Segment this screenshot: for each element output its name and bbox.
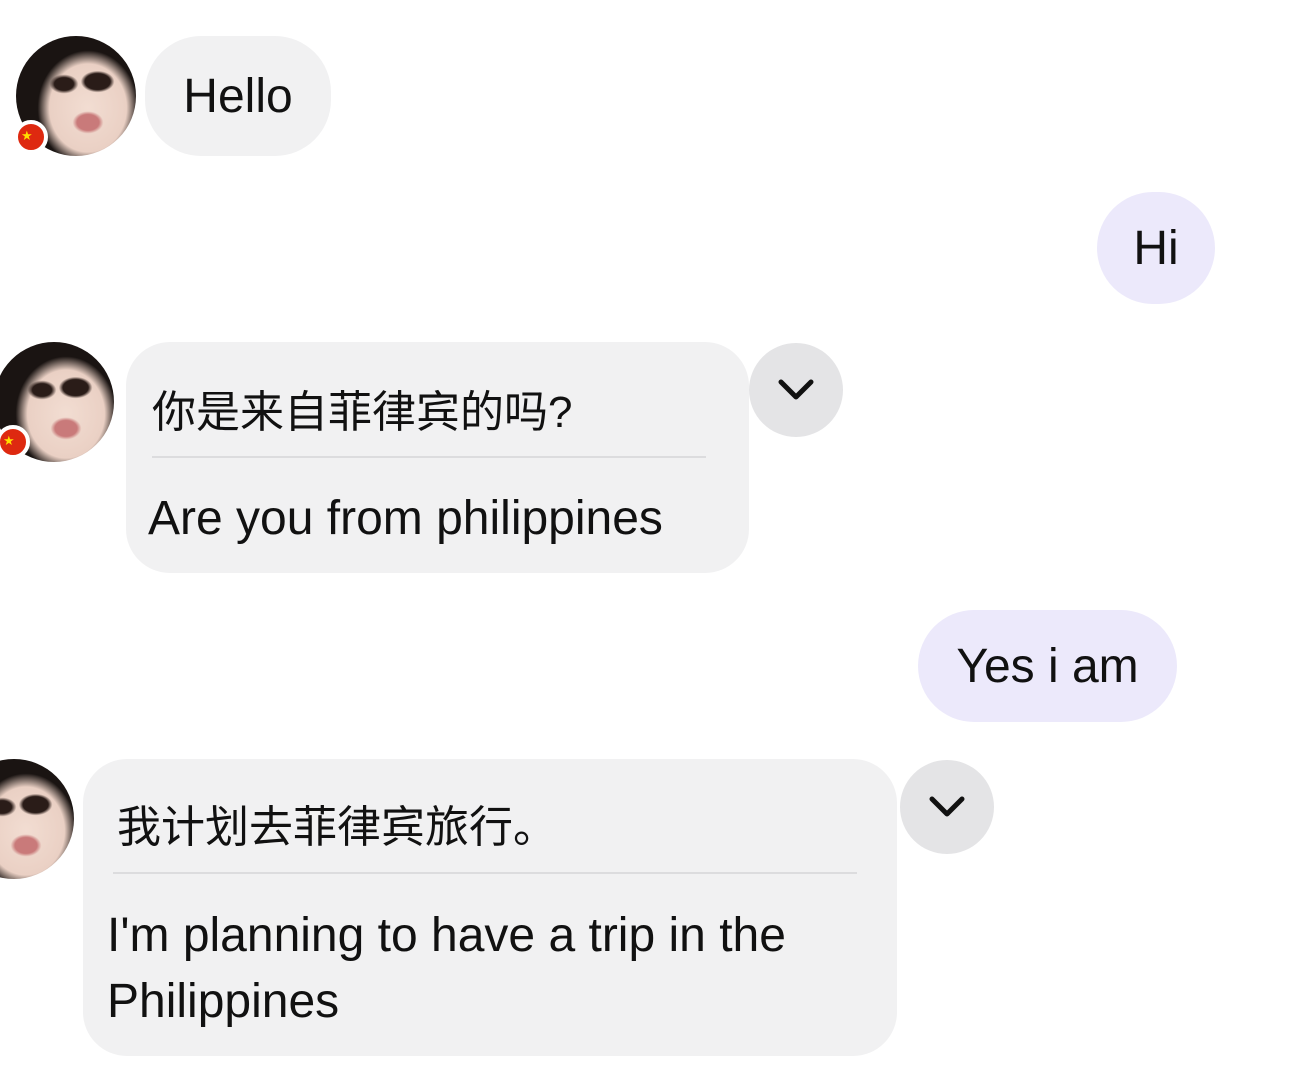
contact-avatar[interactable] — [0, 759, 74, 879]
expand-translation-button[interactable] — [749, 343, 843, 437]
translated-text: Are you from philippines — [148, 492, 663, 545]
divider — [152, 456, 706, 458]
chevron-down-icon — [778, 379, 814, 400]
message-text: Hi — [1133, 221, 1179, 275]
message-bubble-outgoing[interactable]: Hi — [1097, 192, 1215, 304]
divider — [113, 872, 857, 874]
message-bubble-outgoing[interactable]: Yes i am — [918, 610, 1177, 722]
chevron-down-icon — [929, 796, 965, 817]
expand-translation-button[interactable] — [900, 760, 994, 854]
chat-thread: ★ Hello Hi ★ 你是来自菲律宾的吗? Are you from phi… — [0, 0, 1290, 1092]
translated-text: I'm planning to have a trip in the Phili… — [107, 909, 786, 1028]
translated-message-bubble[interactable]: 你是来自菲律宾的吗? Are you from philippines — [126, 342, 749, 573]
china-flag-icon: ★ — [14, 120, 48, 154]
translated-message-bubble[interactable]: 我计划去菲律宾旅行。 I'm planning to have a trip i… — [83, 759, 897, 1056]
message-bubble-incoming[interactable]: Hello — [145, 36, 331, 156]
message-text: Yes i am — [956, 639, 1139, 693]
message-text: Hello — [183, 69, 293, 123]
original-text: 你是来自菲律宾的吗? — [152, 388, 573, 437]
original-text: 我计划去菲律宾旅行。 — [117, 803, 557, 852]
